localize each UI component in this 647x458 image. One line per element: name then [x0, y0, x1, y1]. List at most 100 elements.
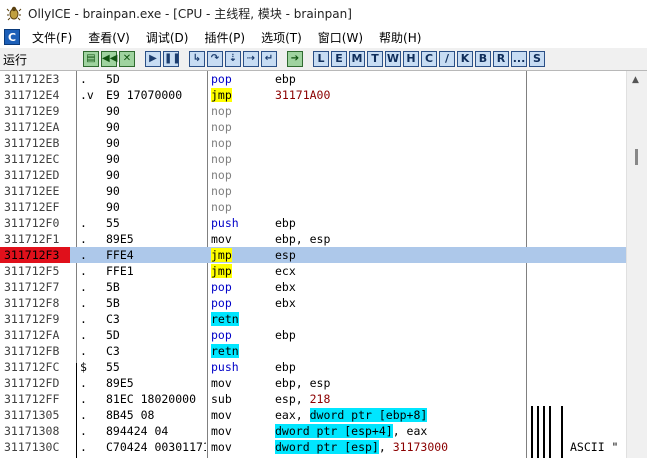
- references-window-button[interactable]: R: [493, 51, 509, 67]
- threads-window-button[interactable]: T: [367, 51, 383, 67]
- source-window-button[interactable]: S: [529, 51, 545, 67]
- operand-cell: ebp: [275, 360, 296, 374]
- play-icon: ▶: [149, 53, 157, 64]
- disassembly-pane[interactable]: 311712E3. 5D pop ebp 311712E4 .v E9 17070000 jm…: [0, 71, 626, 458]
- mnemonic: pop: [211, 328, 232, 342]
- hex-bytes-cell: 5D: [106, 72, 120, 86]
- disasm-row[interactable]: 311712F1. 89E5 mov ebp, esp: [0, 231, 626, 247]
- jump-line: [549, 406, 551, 458]
- title-bar: OllyICE - brainpan.exe - [CPU - 主线程, 模块 …: [0, 0, 647, 26]
- windows-window-button[interactable]: W: [385, 51, 401, 67]
- menu-view[interactable]: 查看(V): [80, 29, 138, 46]
- disasm-row[interactable]: 311712E3. 5D pop ebp: [0, 71, 626, 87]
- address-cell: 311712F0: [4, 216, 60, 230]
- flow-marker: .: [80, 296, 87, 310]
- flow-marker: .: [80, 216, 87, 230]
- execute-till-return-button[interactable]: ↵: [261, 51, 277, 67]
- mnemonic: mov: [211, 376, 232, 390]
- menu-options[interactable]: 选项(T): [253, 29, 310, 46]
- disasm-row[interactable]: 311712FA. 5D pop ebp: [0, 327, 626, 343]
- disasm-row[interactable]: 311712E4 .v E9 17070000 jmp 31171A00: [0, 87, 626, 103]
- run-trace-window-button[interactable]: ...: [511, 51, 527, 67]
- flow-marker: .: [80, 344, 87, 358]
- step-over-button[interactable]: ↷: [207, 51, 223, 67]
- goto-arrow-icon: ➔: [290, 53, 300, 64]
- disasm-row[interactable]: 311712FD. 89E5 mov ebp, esp: [0, 375, 626, 391]
- jump-line: [543, 406, 545, 458]
- mnemonic: jmp: [211, 264, 232, 278]
- address-cell: 311712EE: [4, 184, 60, 198]
- flow-marker: .: [80, 232, 87, 246]
- cpu-window-button[interactable]: C: [421, 51, 437, 67]
- mnemonic: retn: [211, 312, 239, 326]
- disasm-row[interactable]: 311712F7. 5B pop ebx: [0, 279, 626, 295]
- goto-button[interactable]: ➔: [287, 51, 303, 67]
- menu-window[interactable]: 窗口(W): [310, 29, 371, 46]
- step-into-button[interactable]: ↳: [189, 51, 205, 67]
- open-file-button[interactable]: ▤: [83, 51, 99, 67]
- hex-bytes-cell: 8B45 08: [106, 408, 155, 422]
- address-cell: 311712F7: [4, 280, 60, 294]
- hex-bytes-cell: 90: [106, 168, 120, 182]
- address-cell: 311712F9: [4, 312, 60, 326]
- disasm-row[interactable]: 311712EB 90 nop: [0, 135, 626, 151]
- call-stack-window-button[interactable]: K: [457, 51, 473, 67]
- return-icon: ↵: [264, 53, 274, 64]
- scroll-thumb[interactable]: [635, 149, 638, 165]
- hex-bytes-cell: 894424 04: [106, 424, 169, 438]
- flow-marker: .: [80, 328, 87, 342]
- disasm-row[interactable]: 311712EF 90 nop: [0, 199, 626, 215]
- restart-button[interactable]: ◀◀: [101, 51, 117, 67]
- disasm-row[interactable]: 311712EE 90 nop: [0, 183, 626, 199]
- disasm-row[interactable]: 311712FC $55 push ebp: [0, 359, 626, 375]
- trace-into-icon: ⇣: [228, 53, 238, 64]
- trace-over-button[interactable]: ⇢: [243, 51, 259, 67]
- patches-window-button[interactable]: /: [439, 51, 455, 67]
- pause-button[interactable]: ❚❚: [163, 51, 181, 67]
- menu-plugins[interactable]: 插件(P): [196, 29, 253, 46]
- memory-window-button[interactable]: M: [349, 51, 365, 67]
- close-button[interactable]: ✕: [119, 51, 135, 67]
- cpu-window-icon[interactable]: C: [4, 29, 20, 45]
- modules-window-button[interactable]: E: [331, 51, 347, 67]
- disasm-row[interactable]: 311712E9 90 nop: [0, 103, 626, 119]
- address-cell: 311712FD: [4, 376, 60, 390]
- hex-bytes-cell: E9 17070000: [106, 88, 183, 102]
- mnemonic: push: [211, 360, 239, 374]
- disasm-row[interactable]: 311712F3. FFE4 jmp esp: [0, 247, 626, 263]
- flow-marker: .: [80, 72, 87, 86]
- disasm-row[interactable]: 311712ED 90 nop: [0, 167, 626, 183]
- log-window-button[interactable]: L: [313, 51, 329, 67]
- address-cell: 311712ED: [4, 168, 60, 182]
- flow-marker: .: [80, 408, 87, 422]
- mnemonic: mov: [211, 232, 232, 246]
- disasm-row[interactable]: 311712F9. C3 retn: [0, 311, 626, 327]
- operand-cell: esp, 218: [275, 392, 331, 406]
- vertical-scrollbar[interactable]: ▲: [626, 71, 647, 458]
- hex-bytes-cell: C3: [106, 312, 120, 326]
- menu-file[interactable]: 文件(F): [24, 29, 80, 46]
- open-file-icon: ▤: [86, 53, 96, 64]
- disasm-row[interactable]: 311712FB. C3 retn: [0, 343, 626, 359]
- disasm-row[interactable]: 311712F8. 5B pop ebx: [0, 295, 626, 311]
- trace-into-button[interactable]: ⇣: [225, 51, 241, 67]
- flow-marker: $: [80, 360, 87, 374]
- menu-help[interactable]: 帮助(H): [371, 29, 429, 46]
- menu-debug[interactable]: 调试(D): [138, 29, 197, 46]
- scroll-up-arrow-icon[interactable]: ▲: [632, 75, 639, 85]
- mnemonic: pop: [211, 296, 232, 310]
- handles-window-button[interactable]: H: [403, 51, 419, 67]
- disasm-row[interactable]: 311712EC 90 nop: [0, 151, 626, 167]
- address-cell: 311712EC: [4, 152, 60, 166]
- disasm-row[interactable]: 311712F5. FFE1 jmp ecx: [0, 263, 626, 279]
- hex-bytes-cell: 90: [106, 136, 120, 150]
- breakpoints-window-button[interactable]: B: [475, 51, 491, 67]
- disasm-row[interactable]: 311712FF. 81EC 18020000 sub esp, 218: [0, 391, 626, 407]
- address-cell: 311712EA: [4, 120, 60, 134]
- run-button[interactable]: ▶: [145, 51, 161, 67]
- disasm-row[interactable]: 311712F0. 55 push ebp: [0, 215, 626, 231]
- hex-bytes-cell: FFE4: [106, 248, 134, 262]
- disasm-row[interactable]: 311712EA 90 nop: [0, 119, 626, 135]
- mnemonic: nop: [211, 200, 232, 214]
- mnemonic: pop: [211, 280, 232, 294]
